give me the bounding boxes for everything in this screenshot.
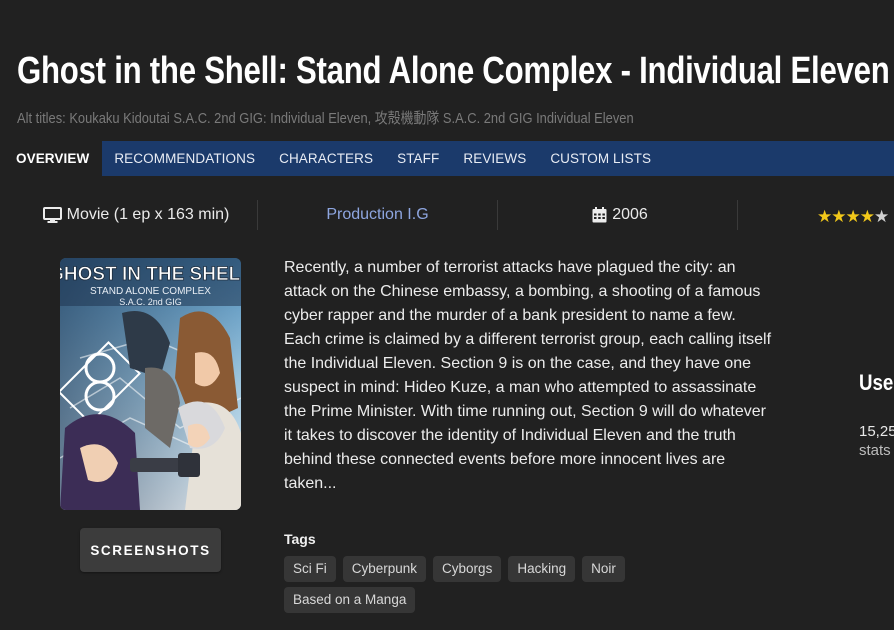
nav-bar: OVERVIEW RECOMMENDATIONS CHARACTERS STAF… <box>0 141 894 176</box>
page-title: Ghost in the Shell: Stand Alone Complex … <box>17 50 890 92</box>
tag-based-on-a-manga[interactable]: Based on a Manga <box>284 587 416 613</box>
studio-link[interactable]: Production I.G <box>326 206 428 224</box>
user-stats-link[interactable]: stats <box>859 442 891 459</box>
format-text: Movie (1 ep x 163 min) <box>66 206 230 223</box>
user-stats-heading: User <box>859 370 894 395</box>
star-icon: ★ <box>845 207 861 226</box>
star-icon: ★ <box>859 207 875 226</box>
calendar-icon <box>592 207 607 223</box>
tag-cyberpunk[interactable]: Cyberpunk <box>342 556 427 582</box>
poster-art: GHOST IN THE SHELL STAND ALONE COMPLEX S… <box>60 258 241 510</box>
poster-image: GHOST IN THE SHELL STAND ALONE COMPLEX S… <box>60 258 241 510</box>
tags-heading: Tags <box>284 531 316 547</box>
poster-title-line1: GHOST IN THE SHELL <box>60 264 241 285</box>
format-info: Movie (1 ep x 163 min) <box>40 197 232 233</box>
tag-hacking[interactable]: Hacking <box>508 556 576 582</box>
divider <box>737 200 738 230</box>
monitor-icon <box>42 207 62 223</box>
divider <box>497 200 498 230</box>
year-info: 2006 <box>570 197 670 233</box>
star-icon: ★ <box>831 207 846 226</box>
tab-reviews[interactable]: REVIEWS <box>451 141 538 176</box>
tag-sci-fi[interactable]: Sci Fi <box>284 556 336 582</box>
poster-title-line2: STAND ALONE COMPLEX <box>90 286 211 297</box>
rating-stars: ★★★★★ <box>817 207 889 227</box>
tab-staff[interactable]: STAFF <box>385 141 451 176</box>
tab-custom-lists[interactable]: CUSTOM LISTS <box>538 141 663 176</box>
star-empty-icon: ★ <box>874 207 889 226</box>
poster-title-line3: S.A.C. 2nd GIG <box>119 297 182 307</box>
tag-cyborgs[interactable]: Cyborgs <box>433 556 502 582</box>
alt-titles: Alt titles: Koukaku Kidoutai S.A.C. 2nd … <box>17 110 634 127</box>
tab-characters[interactable]: CHARACTERS <box>267 141 385 176</box>
studio-info: Production I.G <box>300 197 455 233</box>
page: Ghost in the Shell: Stand Alone Complex … <box>0 0 894 630</box>
tab-overview[interactable]: OVERVIEW <box>0 141 103 176</box>
year-text: 2006 <box>612 206 648 223</box>
star-icon: ★ <box>817 207 832 226</box>
tag-list: Sci Fi Cyberpunk Cyborgs Hacking Noir Ba… <box>284 556 664 613</box>
synopsis: Recently, a number of terrorist attacks … <box>284 259 772 492</box>
tag-noir[interactable]: Noir <box>582 556 625 582</box>
screenshots-button[interactable]: SCREENSHOTS <box>80 528 221 572</box>
divider <box>257 200 258 230</box>
info-bar: Movie (1 ep x 163 min) Production I.G 20… <box>0 197 894 233</box>
tab-recommendations[interactable]: RECOMMENDATIONS <box>102 141 267 176</box>
user-stats-count: 15,25 <box>859 423 894 440</box>
